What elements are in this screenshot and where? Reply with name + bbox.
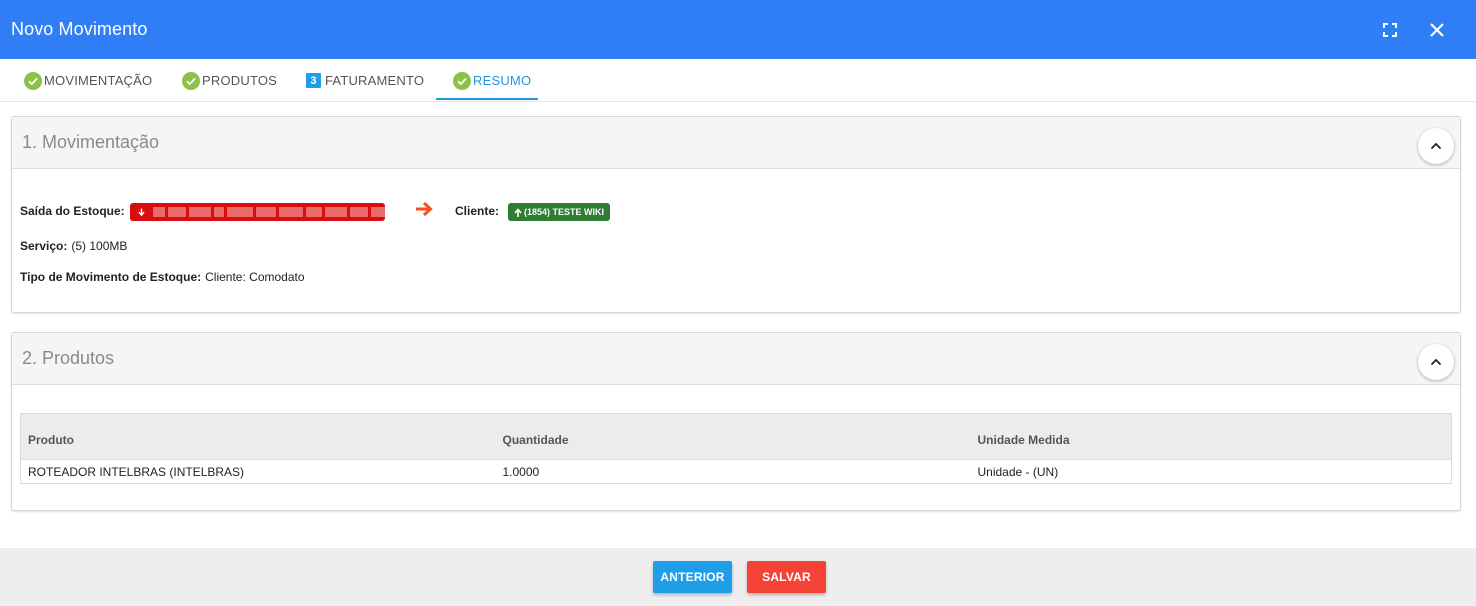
saida-row: Saída do Estoque: [20,204,129,218]
collapse-button[interactable] [1418,344,1454,380]
cell-unidade: Unidade - (UN) [977,464,1059,479]
check-circle-icon [24,71,42,90]
arrow-right-icon [416,201,433,217]
servico-value: (5) 100MB [71,239,128,253]
cell-quantidade: 1.0000 [502,464,540,479]
active-tab-indicator [436,98,538,100]
wizard-tabs: MOVIMENTAÇÃO PRODUTOS 3 FATURAMENTO RESU… [0,59,1476,102]
tab-resumo[interactable]: RESUMO [453,59,531,102]
chevron-up-icon [1430,358,1442,366]
collapse-button[interactable] [1418,128,1454,164]
arrow-down-icon [138,208,145,216]
cliente-row: Cliente: [455,204,503,218]
cliente-badge-text: (1854) TESTE WIKI [524,207,605,217]
cliente-badge[interactable]: (1854) TESTE WIKI [508,203,611,221]
table-row[interactable]: ROTEADOR INTELBRAS (INTELBRAS) 1.0000 Un… [21,460,1452,484]
column-header-quantidade[interactable]: Quantidade [495,413,971,460]
panel-title: 1. Movimentação [22,132,160,152]
modal-title: Novo Movimento [11,19,148,39]
tipo-label: Tipo de Movimento de Estoque: [20,270,202,284]
tab-label: FATURAMENTO [325,73,425,88]
column-header-produto[interactable]: Produto [20,413,496,460]
tipo-value: Cliente: Comodato [205,270,305,284]
panel-body: Saída do Estoque: Cliente: (1854) TESTE … [12,169,1460,313]
modal-header: Novo Movimento [0,0,1476,59]
table-header-row: Produto Quantidade Unidade Medida [20,413,1452,460]
save-button[interactable]: SALVAR [747,561,826,593]
panel-title: 2. Produtos [22,348,115,368]
servico-row: Serviço: (5) 100MB [20,239,127,253]
maximize-button[interactable] [1370,10,1410,50]
redacted-text [153,207,385,217]
cell-produto: ROTEADOR INTELBRAS (INTELBRAS) [28,464,245,479]
panel-produtos: 2. Produtos Produto Quantidade Unidade M… [11,332,1461,511]
tab-label: MOVIMENTAÇÃO [44,73,153,88]
tab-movimentacao[interactable]: MOVIMENTAÇÃO [24,59,152,102]
close-button[interactable] [1417,10,1457,50]
check-circle-icon [182,71,200,90]
panel-header: 2. Produtos [12,333,1460,385]
arrow-up-icon [514,207,522,217]
column-header-unidade[interactable]: Unidade Medida [970,413,1452,460]
tipo-row: Tipo de Movimento de Estoque: Cliente: C… [20,270,305,284]
products-table: Produto Quantidade Unidade Medida ROTEAD… [20,413,1452,484]
previous-button[interactable]: ANTERIOR [653,561,732,593]
cliente-label: Cliente: [455,204,500,218]
panel-header: 1. Movimentação [12,117,1460,169]
chevron-up-icon [1430,142,1442,150]
modal-footer: ANTERIOR SALVAR [0,548,1476,606]
close-icon [1430,22,1444,37]
panel-movimentacao: 1. Movimentação Saída do Estoque: Client… [11,116,1461,313]
tab-label: PRODUTOS [202,73,278,88]
tab-label: RESUMO [473,73,532,88]
servico-label: Serviço: [20,239,68,253]
modal-actions [1370,0,1476,59]
saida-badge[interactable] [130,203,385,221]
step-number-badge: 3 [306,73,321,88]
check-circle-icon [453,71,471,90]
tab-produtos[interactable]: PRODUTOS [182,59,277,102]
saida-label: Saída do Estoque: [20,204,125,218]
tab-faturamento[interactable]: 3 FATURAMENTO [306,59,424,102]
maximize-icon [1383,22,1397,37]
